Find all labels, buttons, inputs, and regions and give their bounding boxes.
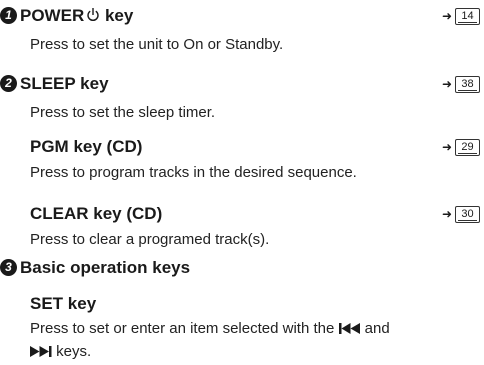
entry-pgm-key: PGM key (CD) ➜ 29 — [0, 137, 484, 157]
power-symbol-icon — [87, 8, 99, 22]
entry-description: Press to set the sleep timer. — [30, 104, 216, 121]
skip-forward-icon — [30, 346, 52, 357]
book-page-icon: 38 — [455, 75, 480, 93]
section-number: 3 — [0, 259, 17, 276]
right-arrow-icon: ➜ — [441, 77, 452, 91]
book-page-icon: 14 — [455, 7, 480, 25]
entry-description: Press to program tracks in the desired s… — [30, 164, 357, 181]
right-arrow-icon: ➜ — [441, 9, 452, 23]
book-page-icon: 30 — [455, 205, 480, 223]
entry-basic-operation-keys: 3 Basic operation keys — [0, 258, 484, 278]
section-number: 2 — [0, 75, 17, 92]
entry-sleep-key: 2 SLEEP key ➜ 38 — [0, 74, 484, 94]
section-number: 1 — [0, 7, 17, 24]
entry-description: Press to set the unit to On or Standby. — [30, 36, 284, 53]
entry-power-key: 1 POWER key ➜ 14 — [0, 6, 484, 26]
entry-title: PGM key (CD) — [30, 137, 143, 156]
page-reference[interactable]: ➜ 38 — [442, 74, 480, 94]
entry-title: Basic operation keys — [20, 258, 191, 277]
entry-title: SET key — [30, 294, 97, 313]
entry-description: Press to clear a programed track(s). — [30, 231, 270, 248]
page-reference[interactable]: ➜ 30 — [442, 204, 480, 224]
entry-description: Press to set or enter an item selected w… — [30, 320, 390, 360]
entry-title: CLEAR key (CD) — [30, 204, 163, 223]
entry-title: SLEEP key — [20, 74, 109, 93]
entry-set-key: SET key — [0, 294, 484, 314]
skip-back-icon — [338, 323, 360, 334]
entry-title: POWER key — [20, 6, 134, 25]
page-reference[interactable]: ➜ 14 — [442, 6, 480, 26]
right-arrow-icon: ➜ — [441, 207, 452, 221]
book-page-icon: 29 — [455, 138, 480, 156]
entry-clear-key: CLEAR key (CD) ➜ 30 — [0, 204, 484, 224]
right-arrow-icon: ➜ — [441, 140, 452, 154]
page-reference[interactable]: ➜ 29 — [442, 137, 480, 157]
